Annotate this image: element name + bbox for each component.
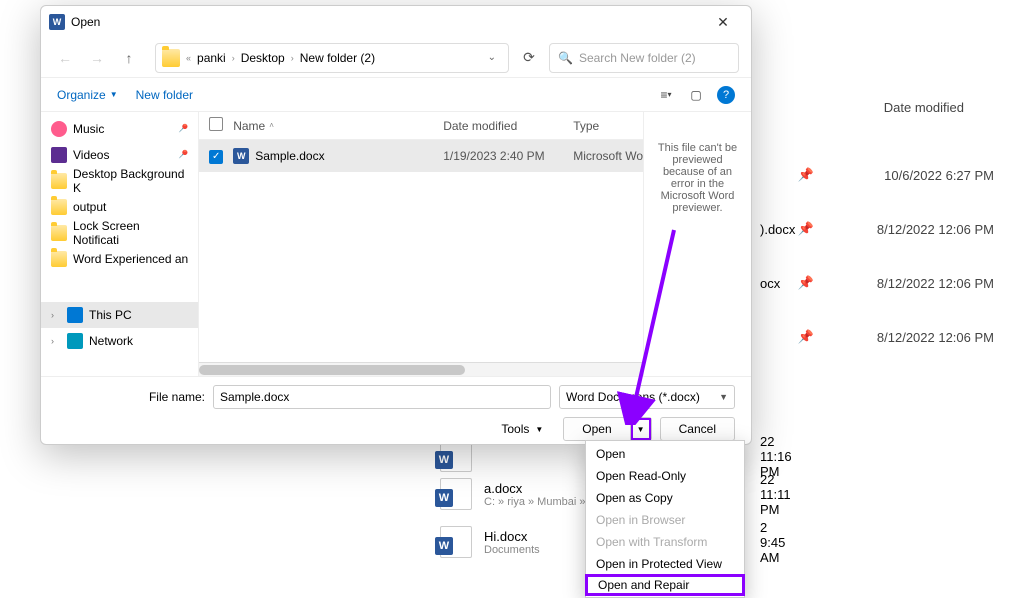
sidebar-item[interactable]: output: [41, 194, 198, 220]
open-button[interactable]: Open: [564, 418, 630, 440]
col-date[interactable]: Date modified: [443, 119, 573, 133]
menu-item-open-as-copy[interactable]: Open as Copy: [586, 487, 744, 509]
recent-item[interactable]: a.docxC: » riya » Mumbai » L 22 11:11 PM: [440, 478, 595, 510]
cancel-button[interactable]: Cancel: [660, 417, 735, 441]
menu-item-open-in-browser: Open in Browser: [586, 509, 744, 531]
select-all-checkbox[interactable]: [209, 117, 223, 131]
folder-icon: [51, 225, 67, 241]
word-doc-icon: [440, 526, 472, 558]
file-name-label: File name:: [57, 390, 205, 404]
preview-pane: This file can't be previewed because of …: [643, 112, 751, 376]
open-split-button[interactable]: Open ▼: [563, 417, 651, 441]
sidebar-item-network[interactable]: ›Network: [41, 328, 198, 354]
column-headers: Name˄ Date modified Type: [199, 112, 643, 140]
menu-item-open-and-repair[interactable]: Open and Repair: [585, 574, 745, 596]
open-dialog: Open ✕ ← → ↑ « panki › Desktop › New fol…: [40, 5, 752, 445]
pin-icon[interactable]: 📌: [798, 167, 814, 183]
recent-item[interactable]: Hi.docxDocuments 2 9:45 AM: [440, 526, 540, 558]
menu-item-open-with-transform: Open with Transform: [586, 531, 744, 553]
open-dropdown-arrow[interactable]: ▼: [631, 418, 651, 440]
music-icon: [51, 121, 67, 137]
dialog-title: Open: [71, 15, 100, 29]
sidebar-item[interactable]: Desktop Background K: [41, 168, 198, 194]
bg-col-date-modified: Date modified: [884, 100, 964, 115]
pin-icon: 📍: [174, 147, 191, 164]
chevron-right-icon[interactable]: ›: [51, 310, 61, 320]
row-checkbox[interactable]: ✓: [209, 150, 223, 164]
search-icon: 🔍: [558, 51, 573, 65]
new-folder-button[interactable]: New folder: [136, 88, 193, 102]
pc-icon: [67, 307, 83, 323]
sidebar-item-videos[interactable]: Videos📍: [41, 142, 198, 168]
folder-icon: [51, 251, 67, 267]
network-icon: [67, 333, 83, 349]
word-doc-icon: [233, 148, 249, 164]
close-button[interactable]: ✕: [703, 14, 743, 31]
open-dropdown-menu: Open Open Read-Only Open as Copy Open in…: [585, 440, 745, 598]
title-bar: Open ✕: [41, 6, 751, 38]
up-button[interactable]: ↑: [117, 46, 141, 70]
breadcrumb[interactable]: « panki › Desktop › New folder (2) ⌄: [155, 43, 509, 73]
folder-icon: [162, 49, 180, 67]
folder-icon: [51, 199, 67, 215]
menu-item-open-read-only[interactable]: Open Read-Only: [586, 465, 744, 487]
video-icon: [51, 147, 67, 163]
pin-icon: 📍: [174, 121, 191, 138]
search-input[interactable]: 🔍 Search New folder (2): [549, 43, 739, 73]
chevron-right-icon[interactable]: ›: [51, 336, 61, 346]
help-button[interactable]: ?: [717, 86, 735, 104]
side-nav[interactable]: Music📍 Videos📍 Desktop Background K outp…: [41, 112, 199, 376]
sidebar-item[interactable]: Word Experienced an: [41, 246, 198, 272]
file-type-filter[interactable]: Word Documens (*.docx) ▼: [559, 385, 735, 409]
forward-button[interactable]: →: [85, 46, 109, 70]
dialog-footer: File name: Word Documens (*.docx) ▼ Tool…: [41, 376, 751, 444]
chevron-down-icon: ▼: [719, 392, 728, 402]
horizontal-scrollbar[interactable]: [199, 362, 643, 376]
col-type[interactable]: Type: [573, 119, 643, 133]
nav-bar: ← → ↑ « panki › Desktop › New folder (2)…: [41, 38, 751, 78]
refresh-button[interactable]: ⟳: [517, 49, 541, 66]
tools-menu[interactable]: Tools ▼: [501, 422, 543, 436]
chevron-down-icon[interactable]: ⌄: [482, 52, 502, 63]
file-name-input[interactable]: [213, 385, 551, 409]
word-app-icon: [49, 14, 65, 30]
back-button[interactable]: ←: [53, 46, 77, 70]
file-list: Name˄ Date modified Type ✓ Sample.docx 1…: [199, 112, 643, 376]
sidebar-item[interactable]: Lock Screen Notificati: [41, 220, 198, 246]
menu-item-open[interactable]: Open: [586, 443, 744, 465]
folder-icon: [51, 173, 67, 189]
preview-toggle[interactable]: ▢: [687, 86, 705, 104]
menu-item-open-protected-view[interactable]: Open in Protected View: [586, 553, 744, 575]
col-name[interactable]: Name˄: [233, 119, 443, 133]
pin-icon[interactable]: 📌: [798, 329, 814, 345]
organize-menu[interactable]: Organize ▼: [57, 88, 118, 102]
view-menu[interactable]: ≡ ▾: [657, 86, 675, 104]
file-row[interactable]: ✓ Sample.docx 1/19/2023 2:40 PM Microsof…: [199, 140, 643, 172]
word-doc-icon: [440, 478, 472, 510]
command-bar: Organize ▼ New folder ≡ ▾ ▢ ?: [41, 78, 751, 112]
sidebar-item-this-pc[interactable]: ›This PC: [41, 302, 198, 328]
sidebar-item-music[interactable]: Music📍: [41, 116, 198, 142]
